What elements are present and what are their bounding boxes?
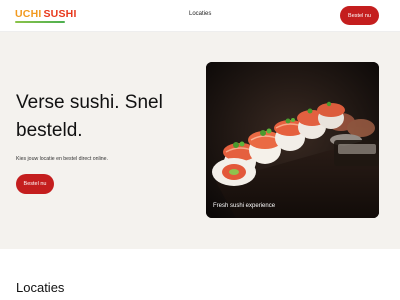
nav-link-locaties[interactable]: Locaties bbox=[189, 11, 211, 17]
hero-subtitle: Kies jouw locatie en bestel direct onlin… bbox=[16, 156, 108, 162]
hero-image-card: Fresh sushi experience bbox=[206, 62, 379, 218]
site-header: UCHI SUSHI Locaties Bestel nu bbox=[0, 0, 400, 32]
logo-underline bbox=[15, 21, 65, 23]
hero-title: Verse sushi. Snel besteld. bbox=[16, 92, 163, 141]
order-now-button-header[interactable]: Bestel nu bbox=[340, 6, 379, 25]
locations-section-title: Locaties bbox=[16, 280, 65, 295]
hero-section: Verse sushi. Snel besteld. Kies jouw loc… bbox=[0, 32, 400, 249]
logo-word-sushi: SUSHI bbox=[43, 8, 77, 20]
image-caption: Fresh sushi experience bbox=[213, 203, 276, 209]
brand-logo[interactable]: UCHI SUSHI bbox=[15, 8, 77, 20]
logo-word-uchi: UCHI bbox=[15, 8, 42, 20]
order-now-button-hero[interactable]: Bestel nu bbox=[16, 174, 54, 194]
sushi-photo bbox=[206, 62, 379, 218]
